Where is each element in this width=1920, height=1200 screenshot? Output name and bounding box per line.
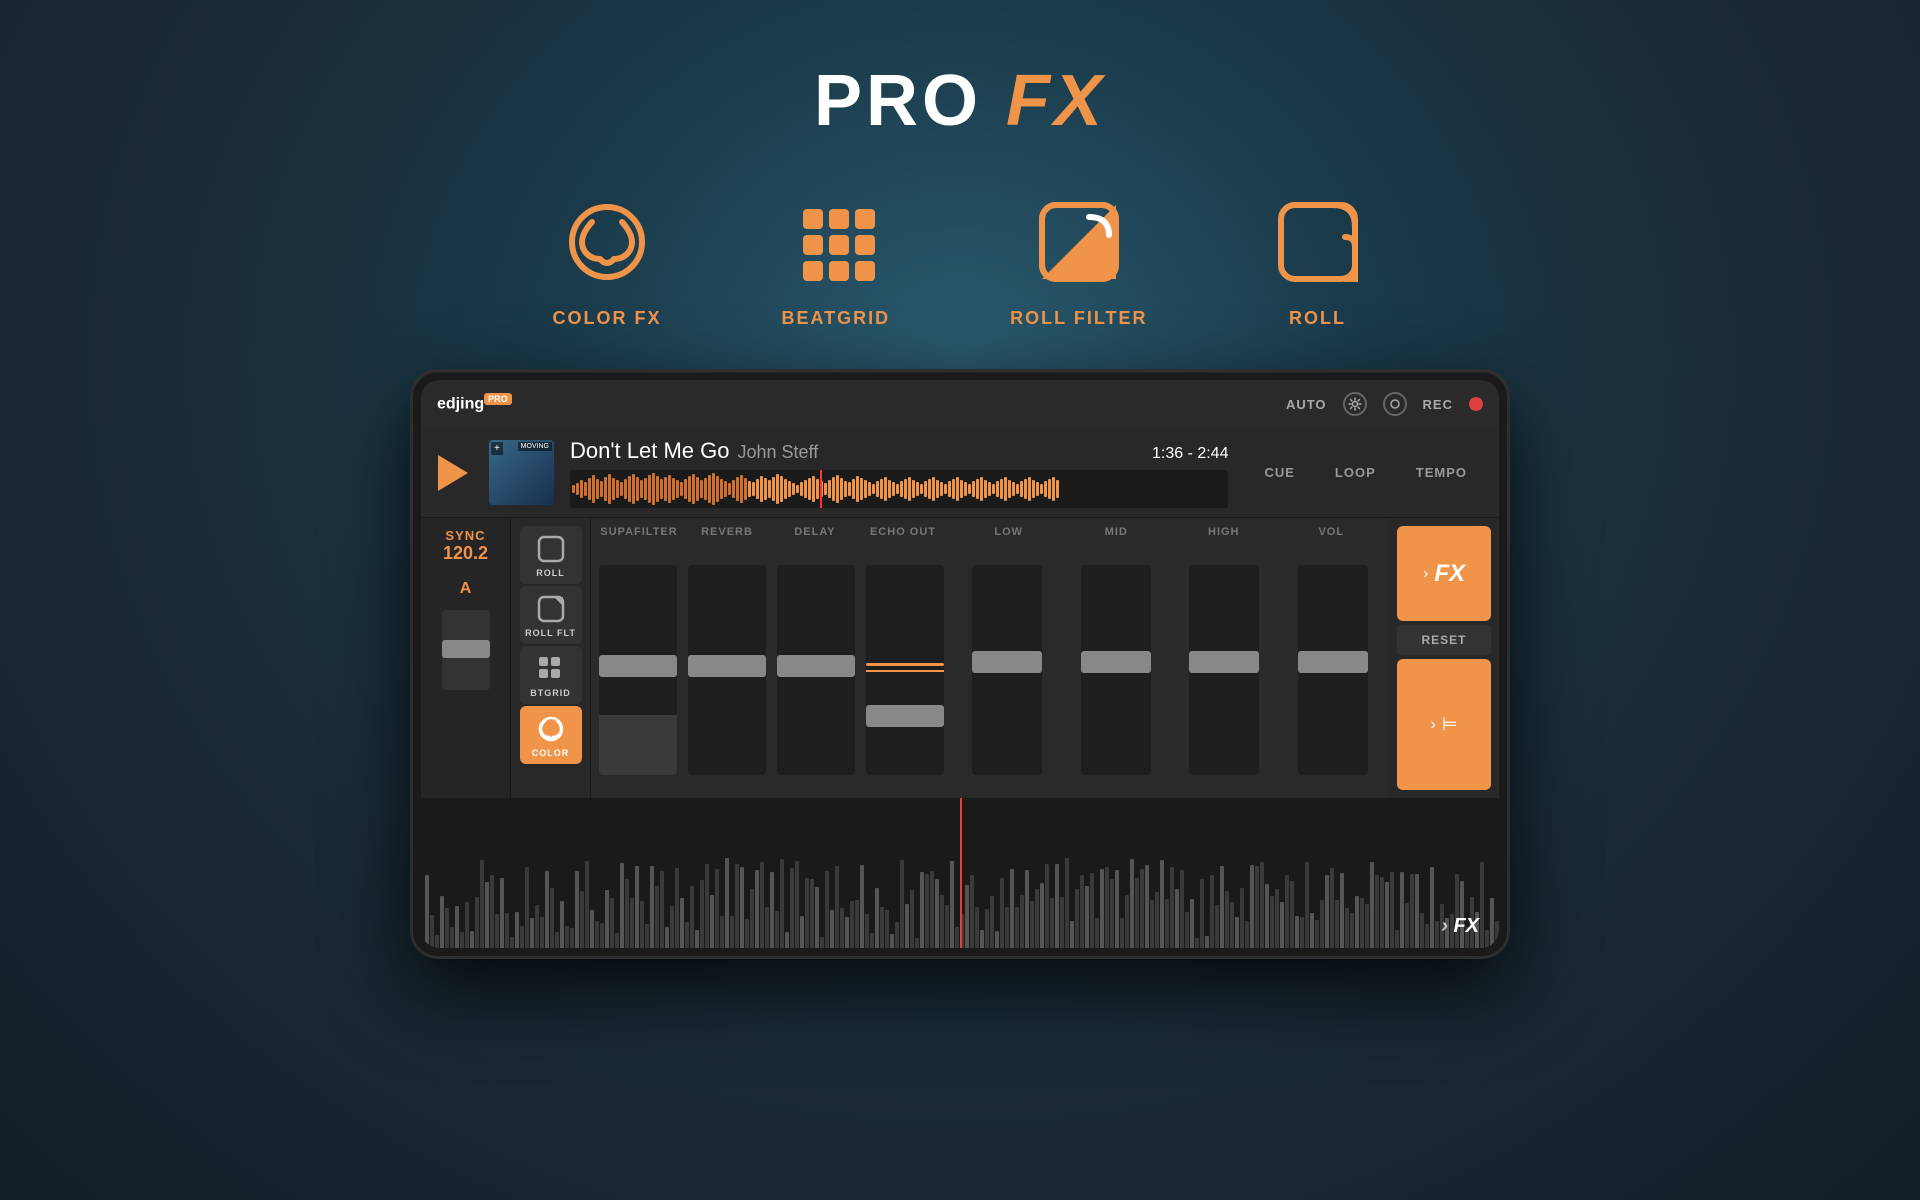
fx-mixer-chevron: › [1430, 716, 1435, 734]
app-header: PRO FX [814, 60, 1106, 142]
app-bar-controls: AUTO REC [1286, 392, 1483, 416]
eq-section: LOW MID HIGH VOL [951, 518, 1389, 798]
feature-color-fx[interactable]: COLOR FX [553, 192, 662, 329]
rec-label: REC [1423, 397, 1453, 412]
btgrid-btn-label: BTGRID [530, 688, 571, 698]
roll-flt-btn-label: ROLL FLT [525, 628, 576, 638]
eq-labels: LOW MID HIGH VOL [955, 526, 1385, 546]
reverb-label: REVERB [683, 526, 771, 546]
app-logo: edjingPRO [437, 394, 512, 413]
fx-mixer-button[interactable]: › ⊨ [1397, 659, 1491, 790]
fx-reset-label: RESET [1421, 633, 1466, 647]
supafilter-label: SUPAFILTER [595, 526, 683, 546]
fx-label-bottom: › FX [1441, 915, 1479, 938]
color-fx-icon [557, 192, 657, 292]
fx-side-panel: ROLL ROLL FLT [511, 518, 591, 798]
color-button[interactable]: COLOR [520, 706, 582, 764]
fx-labels: SUPAFILTER REVERB DELAY ECHO OUT [595, 526, 947, 546]
tablet-device: edjingPRO AUTO REC [410, 369, 1510, 959]
key-label: A [460, 580, 472, 598]
album-art: MOVING + [489, 440, 554, 505]
mid-label: MID [1063, 526, 1171, 546]
feature-beatgrid[interactable]: BEATGRID [782, 192, 891, 329]
tablet-body: edjingPRO AUTO REC [410, 369, 1510, 959]
roll-button[interactable]: ROLL [520, 526, 582, 584]
delay-label: DELAY [771, 526, 859, 546]
high-label: HIGH [1170, 526, 1278, 546]
fx-main-button[interactable]: › FX [1397, 526, 1491, 621]
track-title: Don't Let Me Go [570, 438, 730, 464]
track-info: Don't Let Me Go John Steff 1:36 - 2:44 [570, 438, 1228, 508]
low-label: LOW [955, 526, 1063, 546]
mid-slider[interactable] [1064, 546, 1169, 794]
auto-label: AUTO [1286, 397, 1327, 412]
play-icon [438, 455, 468, 491]
roll-filter-label: ROLL FILTER [1010, 308, 1147, 329]
high-slider[interactable] [1172, 546, 1277, 794]
feature-roll-filter[interactable]: ROLL FILTER [1010, 192, 1147, 329]
tablet-screen: edjingPRO AUTO REC [421, 380, 1499, 948]
bottom-cursor [960, 798, 962, 948]
roll-icon [1268, 192, 1368, 292]
fx-right-panel: › FX RESET › ⊨ [1389, 518, 1499, 798]
waveform-cursor [820, 470, 822, 508]
vol-label: VOL [1278, 526, 1386, 546]
color-btn-label: COLOR [532, 748, 570, 758]
color-fx-label: COLOR FX [553, 308, 662, 329]
eq-sliders [955, 546, 1385, 794]
echo-out-label: ECHO OUT [859, 526, 947, 546]
btgrid-button[interactable]: BTGRID [520, 646, 582, 704]
low-slider[interactable] [955, 546, 1060, 794]
track-artist: John Steff [738, 442, 819, 463]
sync-section: SYNC 120.2 [443, 528, 488, 564]
loop-button[interactable]: LOOP [1315, 428, 1396, 518]
track-area: MOVING + Don't Let Me Go John Steff 1:36… [421, 428, 1499, 518]
track-title-row: Don't Let Me Go John Steff 1:36 - 2:44 [570, 438, 1228, 464]
beatgrid-icon [786, 192, 886, 292]
fx-sliders-area: SUPAFILTER REVERB DELAY ECHO OUT [591, 518, 951, 798]
vol-slider[interactable] [1281, 546, 1386, 794]
left-sidebar: SYNC 120.2 A [421, 518, 511, 798]
echo-out-slider[interactable] [862, 546, 947, 794]
gear-icon[interactable] [1343, 392, 1367, 416]
record-btn[interactable] [1383, 392, 1407, 416]
roll-flt-button[interactable]: ROLL FLT [520, 586, 582, 644]
waveform[interactable] [570, 470, 1228, 508]
fx-main-label: FX [1434, 560, 1465, 588]
roll-btn-label: ROLL [536, 568, 565, 578]
pitch-thumb[interactable] [442, 640, 490, 658]
roll-filter-icon [1029, 192, 1129, 292]
delay-slider[interactable] [773, 546, 858, 794]
mixer-icon: ⊨ [1442, 714, 1458, 735]
bottom-waveform: › FX [421, 798, 1499, 948]
app-bar: edjingPRO AUTO REC [421, 380, 1499, 428]
main-content: SYNC 120.2 A ROLL [421, 518, 1499, 798]
app-title: PRO FX [814, 60, 1106, 142]
pitch-slider[interactable] [442, 610, 490, 690]
beatgrid-label: BEATGRID [782, 308, 891, 329]
title-fx: FX [1006, 61, 1106, 141]
fx-sliders [595, 546, 947, 794]
roll-label: ROLL [1289, 308, 1346, 329]
fx-chevron-icon: › [1423, 565, 1428, 583]
reverb-slider[interactable] [684, 546, 769, 794]
sync-label: SYNC [443, 528, 488, 543]
cue-button[interactable]: CUE [1244, 428, 1314, 518]
title-pro: PRO [814, 61, 982, 141]
supafilter-slider[interactable] [595, 546, 680, 794]
features-row: COLOR FX BEATGRID [553, 192, 1368, 329]
track-time: 1:36 - 2:44 [1152, 445, 1229, 463]
sync-bpm: 120.2 [443, 543, 488, 564]
play-button[interactable] [433, 453, 473, 493]
tempo-button[interactable]: TEMPO [1396, 428, 1487, 518]
rec-indicator [1469, 397, 1483, 411]
feature-roll[interactable]: ROLL [1268, 192, 1368, 329]
fx-reset-button[interactable]: RESET [1397, 625, 1491, 655]
track-controls: CUE LOOP TEMPO [1244, 428, 1487, 518]
